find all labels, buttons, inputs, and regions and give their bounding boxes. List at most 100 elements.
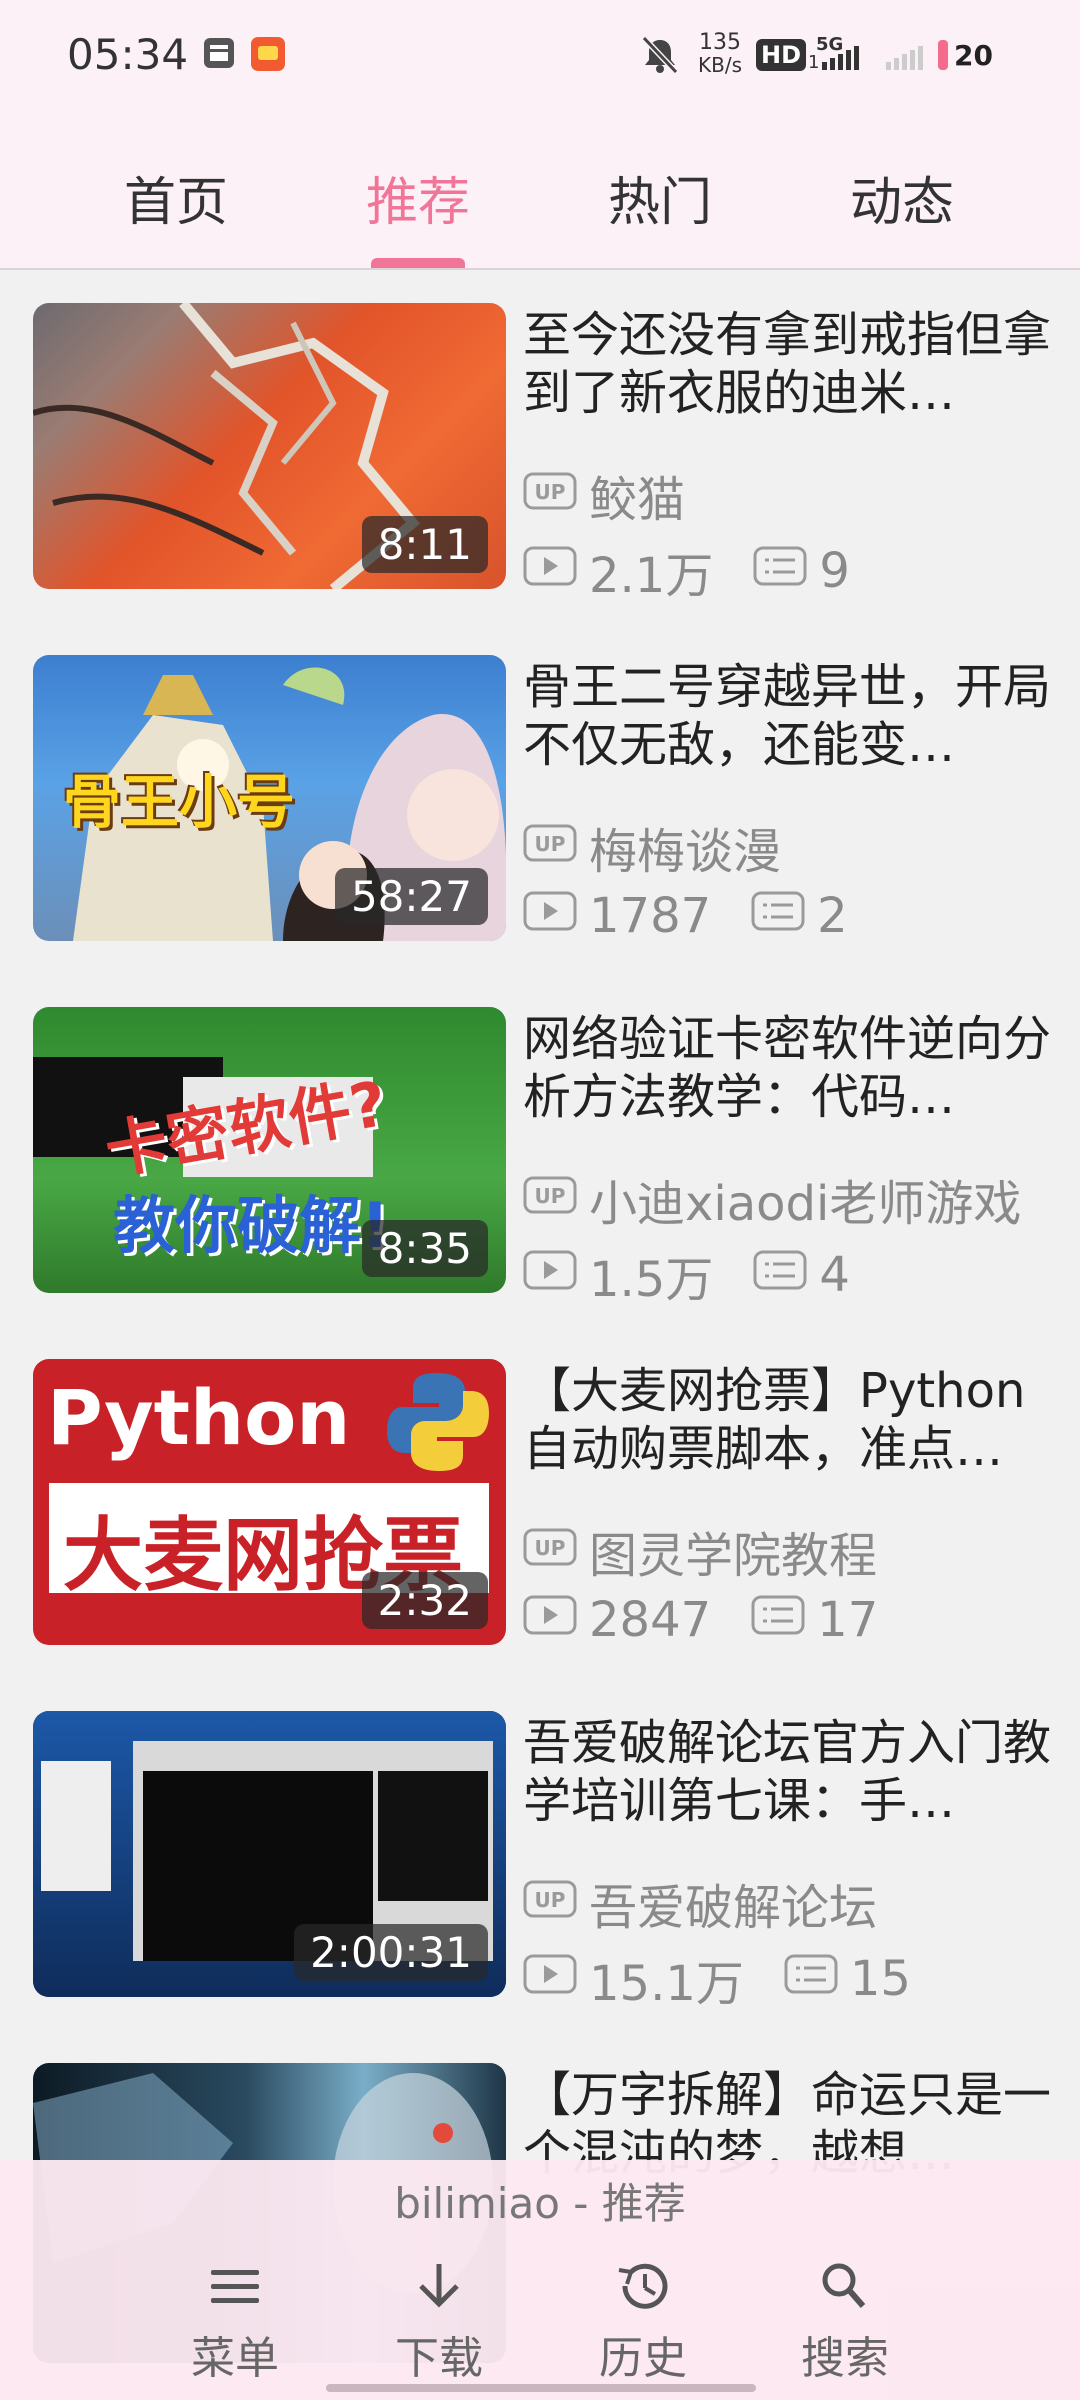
- video-uploader[interactable]: UP 鲛猫: [523, 460, 685, 530]
- tab-bar: 首页 推荐 热门 动态: [0, 140, 1080, 268]
- comment-count: 2: [817, 888, 848, 944]
- view-count: 2847: [589, 1592, 712, 1648]
- history-button[interactable]: 历史: [568, 2260, 718, 2386]
- video-duration: 8:11: [361, 516, 488, 573]
- download-label: 下载: [395, 2333, 483, 2384]
- video-stats: 15.1万 15: [523, 1944, 911, 2014]
- up-badge-icon: UP: [523, 1875, 577, 1931]
- tab-popular[interactable]: 热门: [560, 160, 760, 235]
- video-duration: 8:35: [361, 1220, 488, 1277]
- search-label: 搜索: [801, 2333, 889, 2384]
- uploader-name: 梅梅谈漫: [589, 824, 782, 880]
- danmaku-count-icon: [751, 888, 805, 944]
- download-icon: [411, 2264, 467, 2316]
- video-title[interactable]: 骨王二号穿越异世，开局不仅无敌，还能变…: [523, 658, 1053, 774]
- danmaku-count-icon: [751, 1592, 805, 1648]
- uploader-name: 图灵学院教程: [589, 1528, 878, 1584]
- video-thumbnail[interactable]: 骨王小号 58:27: [33, 655, 506, 941]
- uploader-name: 吾爱破解论坛: [589, 1880, 878, 1936]
- uploader-name: 鲛猫: [589, 472, 686, 528]
- thumbnail-dialog: [41, 1761, 111, 1891]
- video-duration: 2:32: [361, 1572, 488, 1629]
- status-time: 05:34: [67, 30, 189, 79]
- tab-recommend[interactable]: 推荐: [318, 160, 518, 235]
- thumbnail-console-2: [378, 1771, 488, 1901]
- tab-home[interactable]: 首页: [76, 160, 276, 235]
- notification-app-icon: [202, 36, 236, 70]
- signal-5g-icon: 5G: [816, 34, 862, 74]
- active-tab-indicator: [371, 258, 465, 268]
- video-stats: 2.1万 9: [523, 536, 850, 606]
- video-duration: 58:27: [334, 868, 488, 925]
- video-thumbnail[interactable]: 8:11: [33, 303, 506, 589]
- play-count-icon: [523, 888, 577, 944]
- svg-text:UP: UP: [535, 832, 566, 856]
- video-uploader[interactable]: UP 小迪xiaodi老师游戏: [523, 1164, 1021, 1234]
- menu-button[interactable]: 菜单: [160, 2260, 310, 2386]
- uploader-name: 小迪xiaodi老师游戏: [589, 1176, 1022, 1232]
- video-thumbnail[interactable]: 卡密软件? 教你破解! 8:35: [33, 1007, 506, 1293]
- play-count-icon: [523, 543, 577, 599]
- signal-weak-icon: [884, 40, 924, 74]
- comment-count: 9: [819, 543, 850, 599]
- tab-dynamic[interactable]: 动态: [802, 160, 1002, 235]
- battery-icon: 20: [936, 38, 993, 72]
- view-count: 1787: [589, 888, 712, 944]
- video-title[interactable]: 吾爱破解论坛官方入门教学培训第七课：手…: [523, 1714, 1053, 1830]
- thumbnail-caption: 骨王小号: [63, 768, 296, 836]
- video-title[interactable]: 网络验证卡密软件逆向分析方法教学：代码…: [523, 1010, 1053, 1126]
- play-count-icon: [523, 1592, 577, 1648]
- svg-text:UP: UP: [535, 1536, 566, 1560]
- gesture-home-bar[interactable]: [326, 2384, 756, 2392]
- search-button[interactable]: 搜索: [770, 2260, 920, 2386]
- view-count: 15.1万: [589, 1956, 744, 2012]
- danmaku-count-icon: [753, 543, 807, 599]
- download-button[interactable]: 下载: [364, 2260, 514, 2386]
- video-item[interactable]: 2:00:31 吾爱破解论坛官方入门教学培训第七课：手… UP 吾爱破解论坛 1…: [0, 1678, 1080, 2030]
- top-bar: 05:34 135 KB/s HD 1 5G 20 首页 推荐 热门 动态: [0, 0, 1080, 268]
- danmaku-count-icon: [753, 1247, 807, 1303]
- video-thumbnail[interactable]: Python 大麦网抢票 2:32: [33, 1359, 506, 1645]
- up-badge-icon: UP: [523, 819, 577, 875]
- video-item[interactable]: Python 大麦网抢票 2:32 【大麦网抢票】Python自动购票脚本，准点…: [0, 1326, 1080, 1678]
- up-badge-icon: UP: [523, 1171, 577, 1227]
- video-title[interactable]: 至今还没有拿到戒指但拿到了新衣服的迪米…: [523, 306, 1053, 422]
- play-count-icon: [523, 1951, 577, 2007]
- danmaku-count-icon: [784, 1951, 838, 2007]
- svg-text:UP: UP: [535, 480, 566, 504]
- video-title[interactable]: 【大麦网抢票】Python自动购票脚本，准点…: [523, 1362, 1053, 1478]
- video-item[interactable]: 骨王小号 58:27 骨王二号穿越异世，开局不仅无敌，还能变… UP 梅梅谈漫 …: [0, 622, 1080, 974]
- menu-icon: [207, 2270, 263, 2316]
- video-thumbnail[interactable]: 2:00:31: [33, 1711, 506, 1997]
- video-uploader[interactable]: UP 图灵学院教程: [523, 1516, 877, 1586]
- svg-text:UP: UP: [535, 1184, 566, 1208]
- mute-bell-icon: [640, 34, 680, 76]
- video-item[interactable]: 卡密软件? 教你破解! 8:35 网络验证卡密软件逆向分析方法教学：代码… UP…: [0, 974, 1080, 1326]
- up-badge-icon: UP: [523, 467, 577, 523]
- video-uploader[interactable]: UP 吾爱破解论坛: [523, 1868, 877, 1938]
- menu-label: 菜单: [191, 2333, 279, 2384]
- app-title: bilimiao - 推荐: [394, 2179, 686, 2228]
- comment-count: 15: [849, 1951, 911, 2007]
- video-stats: 1.5万 4: [523, 1240, 850, 1310]
- status-bar: 05:34 135 KB/s HD 1 5G 20: [0, 0, 1080, 112]
- python-logo-icon: [387, 1373, 489, 1471]
- view-count: 2.1万: [589, 548, 714, 604]
- thumbnail-caption: Python: [47, 1373, 351, 1462]
- history-label: 历史: [599, 2333, 687, 2384]
- video-uploader[interactable]: UP 梅梅谈漫: [523, 812, 781, 882]
- play-count-icon: [523, 1247, 577, 1303]
- thumbnail-caption-2: 教你破解!: [113, 1189, 390, 1262]
- bottom-bar: bilimiao - 推荐 菜单 下载 历史 搜索: [0, 2160, 1080, 2400]
- video-stats: 1787 2: [523, 888, 848, 944]
- video-stats: 2847 17: [523, 1592, 878, 1648]
- comment-count: 17: [817, 1592, 879, 1648]
- up-badge-icon: UP: [523, 1523, 577, 1579]
- shopping-app-icon: [250, 36, 286, 72]
- svg-text:UP: UP: [535, 1888, 566, 1912]
- history-icon: [613, 2263, 673, 2316]
- video-item[interactable]: 8:11 至今还没有拿到戒指但拿到了新衣服的迪米… UP 鲛猫 2.1万 9: [0, 270, 1080, 622]
- comment-count: 4: [819, 1247, 850, 1303]
- search-icon: [817, 2263, 873, 2316]
- net-speed: 135 KB/s: [698, 30, 742, 77]
